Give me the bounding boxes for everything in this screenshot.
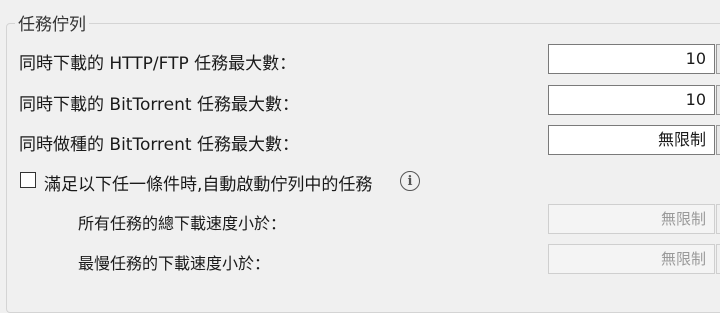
slowest-speed-condition-input[interactable]: 無限制 <box>548 244 715 274</box>
max-bittorrent-downloads-label: 同時下載的 BitTorrent 任務最大數： <box>19 95 299 115</box>
max-http-ftp-downloads-spinner[interactable] <box>716 44 720 74</box>
slowest-speed-condition-label: 最慢任務的下載速度小於： <box>78 254 271 273</box>
max-bittorrent-seeding-label: 同時做種的 BitTorrent 任務最大數： <box>19 135 299 155</box>
auto-start-checkbox[interactable] <box>20 172 36 188</box>
max-http-ftp-downloads-label: 同時下載的 HTTP/FTP 任務最大數： <box>19 54 297 74</box>
group-title: 任務佇列 <box>15 10 89 35</box>
max-bittorrent-downloads-input[interactable]: 10 <box>548 85 715 115</box>
total-speed-condition-input[interactable]: 無限制 <box>548 204 715 234</box>
slowest-speed-condition-spinner[interactable] <box>716 244 720 274</box>
max-bittorrent-seeding-spinner[interactable] <box>716 125 720 155</box>
max-bittorrent-seeding-input[interactable]: 無限制 <box>548 125 715 155</box>
total-speed-condition-spinner[interactable] <box>716 204 720 234</box>
max-bittorrent-downloads-spinner[interactable] <box>716 85 720 115</box>
info-icon[interactable]: i <box>400 171 420 191</box>
max-http-ftp-downloads-input[interactable]: 10 <box>548 44 715 74</box>
total-speed-condition-label: 所有任務的總下載速度小於： <box>78 214 287 233</box>
auto-start-checkbox-label[interactable]: 滿足以下任一條件時,自動啟動佇列中的任務 <box>44 170 372 195</box>
